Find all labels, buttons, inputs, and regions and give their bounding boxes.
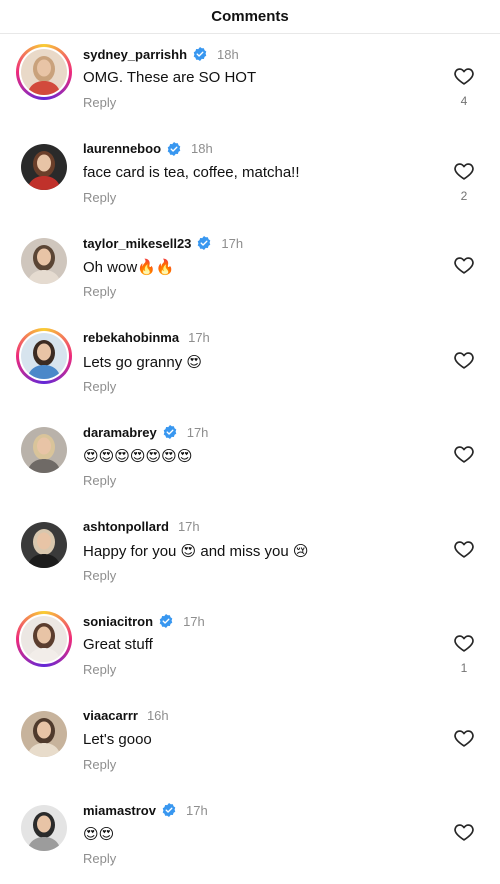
comment-text: OMG. These are SO HOT (83, 69, 257, 86)
avatar-story-ring[interactable] (16, 706, 72, 762)
comment-row: daramabrey 17h 😍😍😍😍😍😍😍 Reply (0, 412, 500, 506)
verified-badge-icon (162, 424, 178, 440)
like-count: 1 (460, 661, 468, 675)
avatar-story-ring[interactable] (16, 517, 72, 573)
reply-button[interactable]: Reply (83, 95, 116, 110)
reply-button[interactable]: Reply (83, 473, 116, 488)
reply-button[interactable]: Reply (83, 851, 116, 866)
comment-timestamp: 17h (177, 518, 200, 534)
avatar-story-ring[interactable] (16, 139, 72, 195)
verified-badge-icon (161, 802, 177, 818)
comment-username[interactable]: sydney_parrishh (83, 47, 187, 62)
reply-button[interactable]: Reply (83, 568, 116, 583)
heart-outline-icon[interactable] (452, 631, 476, 655)
comment-meta: rebekahobinma 17h (83, 330, 210, 345)
avatar-story-ring[interactable] (16, 327, 72, 384)
heart-outline-icon[interactable] (452, 537, 476, 561)
reply-button[interactable]: Reply (83, 662, 116, 677)
comment-username[interactable]: rebekahobinma (83, 330, 179, 345)
comment-meta: viaacarrr 16h (83, 708, 169, 723)
page-title: Comments (211, 8, 289, 25)
avatar (21, 143, 67, 190)
comment-username[interactable]: viaacarrr (83, 708, 138, 723)
comment-username[interactable]: daramabrey (83, 425, 157, 440)
heart-outline-icon[interactable] (452, 820, 476, 844)
comment-timestamp: 17h (221, 235, 244, 251)
comment-row: miamastrov 17h 😍😍 Reply (0, 790, 500, 884)
comment-meta: taylor_mikesell23 17h (83, 235, 243, 251)
heart-outline-icon[interactable] (452, 348, 476, 372)
like-count: 2 (460, 188, 468, 203)
comment-timestamp: 16h (146, 707, 169, 723)
comment-text: Lets go granny 😍 (83, 353, 203, 371)
heart-outline-icon[interactable] (452, 159, 476, 183)
comments-header: Comments (0, 0, 500, 34)
avatar-story-ring[interactable] (16, 611, 72, 667)
avatar-story-ring[interactable] (16, 233, 72, 289)
comment-username[interactable]: miamastrov (83, 803, 156, 818)
heart-outline-icon[interactable] (452, 726, 476, 750)
avatar (21, 805, 67, 851)
avatar (21, 710, 67, 757)
verified-badge-icon (166, 141, 182, 157)
comment-timestamp: 18h (191, 141, 213, 156)
comment-row: viaacarrr 16h Let's gooo Reply (0, 696, 500, 790)
reply-button[interactable]: Reply (83, 284, 116, 299)
verified-badge-icon (192, 46, 208, 62)
avatar (21, 427, 67, 473)
heart-outline-icon[interactable] (452, 64, 476, 88)
comment-text: Let's gooo (83, 730, 152, 748)
comment-meta: soniacitron 17h (83, 613, 205, 629)
heart-outline-icon[interactable] (452, 253, 476, 277)
avatar (21, 49, 67, 95)
comment-timestamp: 17h (186, 424, 209, 440)
avatar (21, 521, 67, 568)
verified-badge-icon (196, 235, 212, 251)
avatar (21, 332, 67, 379)
avatar-story-ring[interactable] (16, 422, 72, 478)
heart-outline-icon[interactable] (452, 442, 476, 466)
comment-timestamp: 17h (185, 802, 208, 818)
avatar-story-ring[interactable] (16, 800, 72, 856)
verified-badge-icon (158, 613, 174, 629)
comment-meta: ashtonpollard 17h (83, 519, 200, 534)
comment-text: face card is tea, coffee, matcha!! (83, 163, 300, 181)
avatar (21, 616, 67, 662)
reply-button[interactable]: Reply (83, 379, 116, 394)
comment-text: Great stuff (83, 636, 153, 653)
comment-meta: sydney_parrishh 18h (83, 46, 239, 62)
comment-meta: laurenneboo 18h (83, 141, 213, 157)
comment-text: 😍😍😍😍😍😍😍 (83, 448, 193, 465)
like-count: 4 (460, 94, 468, 108)
comment-username[interactable]: laurenneboo (83, 141, 161, 156)
comment-timestamp: 17h (188, 329, 210, 345)
comment-row: soniacitron 17h Great stuff Reply 1 (0, 601, 500, 695)
comment-row: sydney_parrishh 18h OMG. These are SO HO… (0, 34, 500, 128)
avatar-story-ring[interactable] (16, 44, 72, 100)
comment-row: rebekahobinma 17h Lets go granny 😍 Reply (0, 318, 500, 412)
comment-username[interactable]: taylor_mikesell23 (83, 236, 191, 251)
comment-username[interactable]: ashtonpollard (83, 519, 169, 534)
comment-row: taylor_mikesell23 17h Oh wow🔥🔥 Reply (0, 223, 500, 317)
comment-timestamp: 18h (217, 46, 239, 62)
avatar (21, 238, 67, 284)
reply-button[interactable]: Reply (83, 190, 116, 205)
comment-text: 😍😍 (83, 826, 115, 843)
comment-text: Oh wow🔥🔥 (83, 259, 175, 276)
comment-row: laurenneboo 18h face card is tea, coffee… (0, 129, 500, 223)
comment-timestamp: 17h (183, 613, 205, 629)
comment-meta: miamastrov 17h (83, 802, 208, 818)
comment-row: ashtonpollard 17h Happy for you 😍 and mi… (0, 507, 500, 601)
comment-meta: daramabrey 17h (83, 424, 208, 440)
comment-text: Happy for you 😍 and miss you 😢 (83, 542, 309, 560)
comment-username[interactable]: soniacitron (83, 614, 153, 629)
reply-button[interactable]: Reply (83, 757, 116, 772)
